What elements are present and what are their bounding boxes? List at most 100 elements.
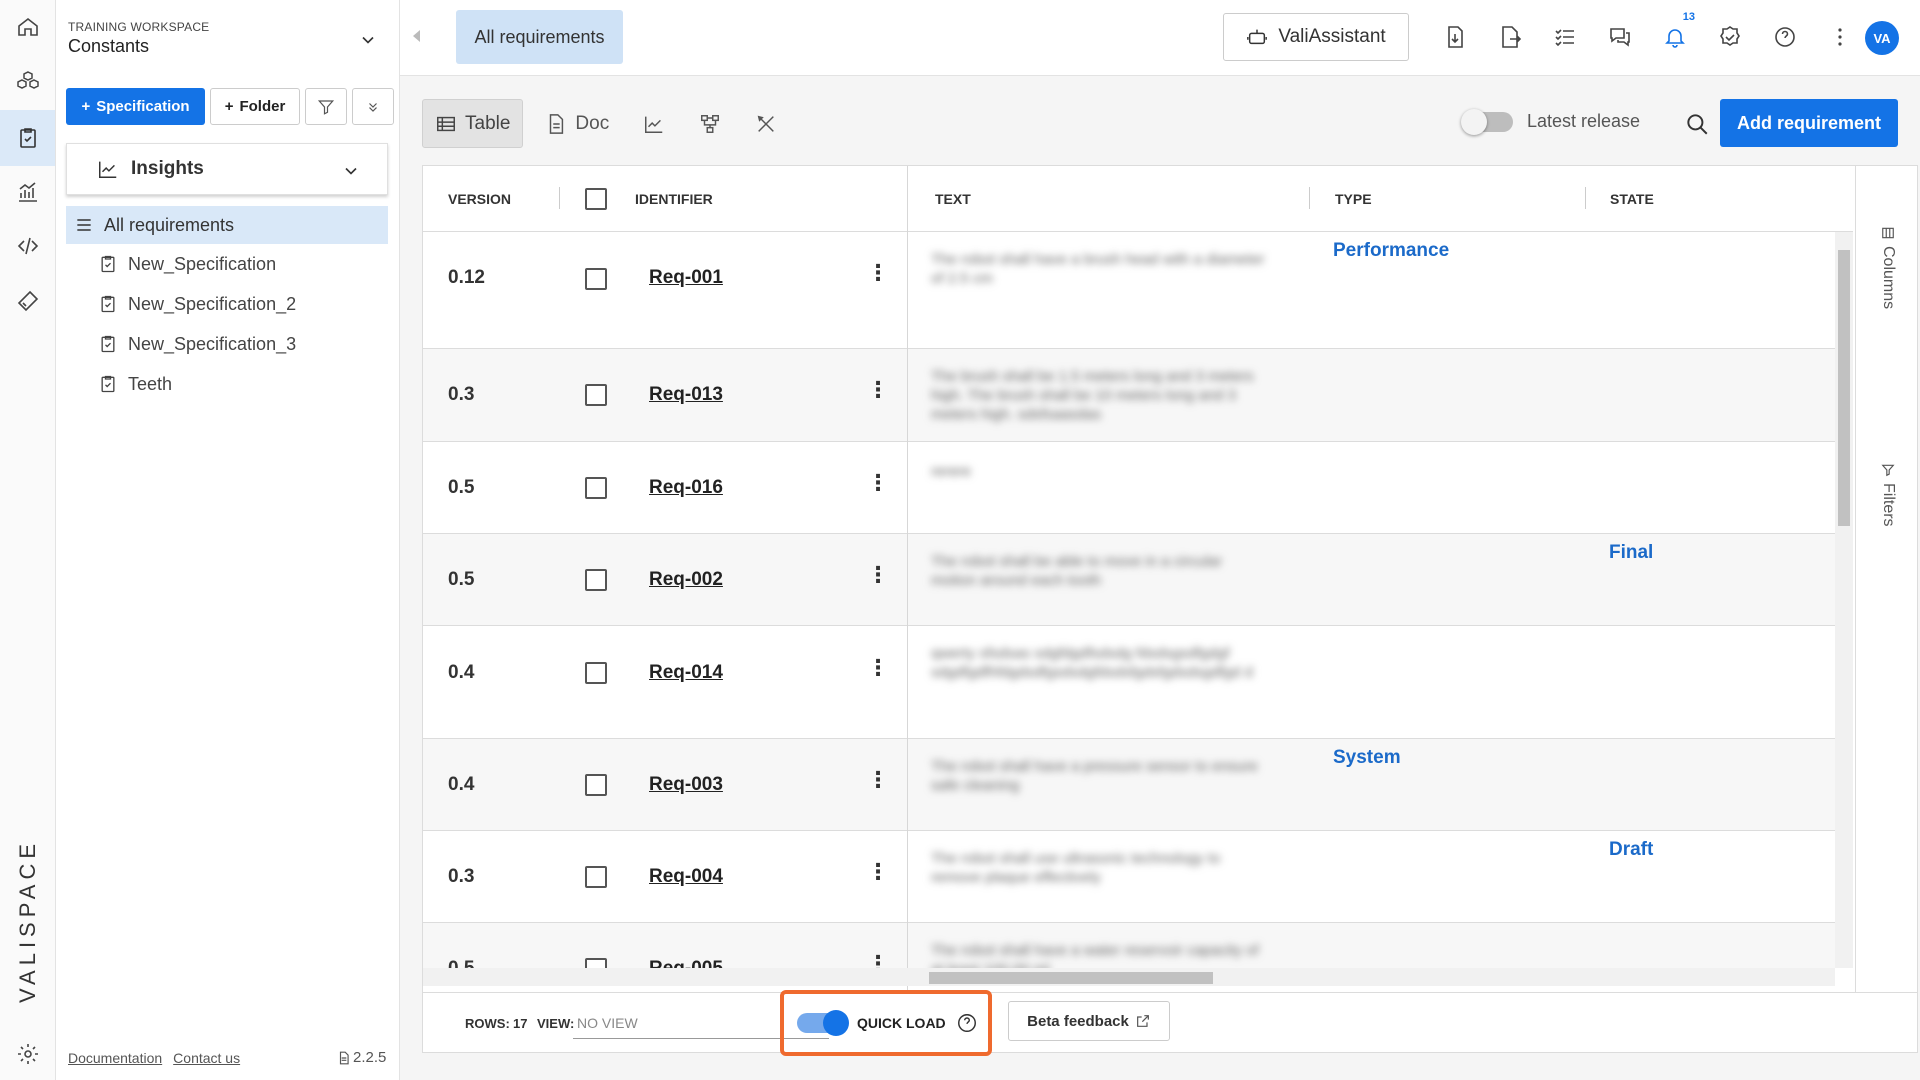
more-vertical-icon[interactable]: ⋮	[867, 472, 889, 494]
row-checkbox[interactable]	[585, 774, 607, 796]
help-icon[interactable]	[956, 1012, 978, 1034]
add-folder-button[interactable]: + Folder	[210, 88, 300, 125]
column-header-identifier[interactable]: IDENTIFIER	[635, 191, 713, 207]
cell-version: 0.12	[448, 267, 485, 288]
row-checkbox[interactable]	[585, 569, 607, 591]
add-requirement-button[interactable]: Add requirement	[1720, 99, 1898, 147]
expand-all-button[interactable]	[352, 88, 394, 125]
comments-icon[interactable]	[1602, 19, 1638, 55]
table-row[interactable]: 0.12 Req-001 ⋮ The robot shall have a br…	[423, 232, 1835, 349]
components-icon[interactable]	[10, 63, 46, 99]
analytics-icon[interactable]	[10, 174, 46, 210]
workspace-name[interactable]: Constants	[68, 36, 149, 57]
requirement-link[interactable]: Req-004	[649, 866, 723, 888]
table-row[interactable]: 0.4 Req-003 ⋮ The robot shall have a pre…	[423, 739, 1835, 831]
tab-tools-view[interactable]	[743, 99, 789, 148]
code-icon[interactable]	[10, 228, 46, 264]
row-checkbox[interactable]	[585, 866, 607, 888]
column-header-text[interactable]: TEXT	[935, 191, 971, 207]
tab-all-requirements[interactable]: All requirements	[456, 10, 623, 64]
cell-state[interactable]: Final	[1609, 542, 1653, 564]
table-row[interactable]: 0.3 Req-013 ⋮ The brush shall be 1.5 met…	[423, 349, 1835, 442]
chevron-down-icon[interactable]	[358, 30, 378, 50]
search-icon[interactable]	[1684, 111, 1710, 137]
home-icon[interactable]	[10, 9, 46, 45]
column-header-version[interactable]: VERSION	[448, 191, 511, 207]
more-vertical-icon[interactable]	[1822, 19, 1858, 55]
requirement-link[interactable]: Req-014	[649, 662, 723, 684]
table-row[interactable]: 0.5 Req-016 ⋮ rerere	[423, 442, 1835, 534]
tab-table-view[interactable]: Table	[422, 99, 524, 148]
valiassistant-button[interactable]: ValiAssistant	[1223, 13, 1409, 61]
tree-item-specification[interactable]: New_Specification_3	[66, 324, 388, 364]
row-checkbox[interactable]	[585, 384, 607, 406]
more-vertical-icon[interactable]: ⋮	[867, 657, 889, 679]
requirements-icon[interactable]	[0, 110, 55, 166]
column-header-type[interactable]: TYPE	[1335, 191, 1372, 207]
tree-item-all-requirements[interactable]: All requirements	[66, 206, 388, 244]
checklist-icon[interactable]	[1547, 19, 1583, 55]
tab-doc-view[interactable]: Doc	[533, 99, 621, 148]
help-icon[interactable]	[1767, 19, 1803, 55]
cell-version: 0.5	[448, 569, 475, 590]
cell-state[interactable]: Draft	[1609, 839, 1653, 861]
document-icon	[339, 1051, 349, 1064]
more-vertical-icon[interactable]: ⋮	[867, 769, 889, 791]
export-icon[interactable]	[1492, 19, 1528, 55]
requirement-link[interactable]: Req-013	[649, 384, 723, 406]
add-specification-button[interactable]: + Specification	[66, 88, 205, 125]
vertical-scrollbar[interactable]	[1835, 232, 1853, 968]
tag-icon[interactable]	[10, 283, 46, 319]
verified-icon[interactable]	[1712, 19, 1748, 55]
tree-item-specification[interactable]: New_Specification_2	[66, 284, 388, 324]
tab-graph-view[interactable]	[687, 99, 733, 148]
requirement-link[interactable]: Req-002	[649, 569, 723, 591]
bell-icon[interactable]: 13	[1657, 11, 1695, 55]
notification-count: 13	[1682, 11, 1695, 23]
requirement-link[interactable]: Req-016	[649, 477, 723, 499]
requirement-link[interactable]: Req-003	[649, 774, 723, 796]
table-row[interactable]: 0.5 Req-002 ⋮ The robot shall be able to…	[423, 534, 1835, 626]
more-vertical-icon[interactable]: ⋮	[867, 262, 889, 284]
avatar[interactable]: VA	[1865, 21, 1899, 55]
more-vertical-icon[interactable]: ⋮	[867, 953, 889, 975]
more-vertical-icon[interactable]: ⋮	[867, 861, 889, 883]
requirement-link[interactable]: Req-001	[649, 267, 723, 289]
collapse-sidebar-icon[interactable]	[410, 28, 422, 44]
requirements-table: VERSION IDENTIFIER TEXT TYPE STATE 0.12 …	[422, 165, 1918, 993]
valispace-logo: VALISPACE	[15, 838, 40, 1003]
horizontal-scrollbar[interactable]	[423, 968, 1835, 986]
tree-item-specification[interactable]: Teeth	[66, 364, 388, 404]
filter-button[interactable]	[305, 88, 347, 125]
table-row[interactable]: 0.4 Req-014 ⋮ qwerty sfsdsas sdgfdgdfsds…	[423, 626, 1835, 739]
latest-release-toggle[interactable]: Latest release	[1461, 108, 1640, 135]
filter-icon	[1881, 464, 1895, 477]
beta-feedback-button[interactable]: Beta feedback	[1008, 1001, 1170, 1041]
cell-type[interactable]: System	[1333, 747, 1401, 769]
more-vertical-icon[interactable]: ⋮	[867, 379, 889, 401]
import-icon[interactable]	[1437, 19, 1473, 55]
toggle-switch[interactable]	[1461, 108, 1513, 135]
tree-item-specification[interactable]: New_Specification	[66, 244, 388, 284]
table-row[interactable]: 0.3 Req-004 ⋮ The robot shall use ultras…	[423, 831, 1835, 923]
select-all-checkbox[interactable]	[585, 188, 607, 210]
documentation-link[interactable]: Documentation	[68, 1050, 162, 1066]
list-icon	[77, 219, 91, 231]
version-label: 2.2.5	[337, 1049, 386, 1066]
tab-chart-view[interactable]	[631, 99, 677, 148]
filters-panel-toggle[interactable]: Filters	[1868, 463, 1908, 527]
quick-load-toggle[interactable]	[797, 1010, 849, 1036]
cell-version: 0.3	[448, 384, 475, 405]
row-checkbox[interactable]	[585, 477, 607, 499]
columns-panel-toggle[interactable]: Columns	[1868, 226, 1908, 309]
more-vertical-icon[interactable]: ⋮	[867, 564, 889, 586]
row-checkbox[interactable]	[585, 268, 607, 290]
spec-tree: All requirements New_Specification New_S…	[66, 206, 388, 404]
row-checkbox[interactable]	[585, 662, 607, 684]
cell-type[interactable]: Performance	[1333, 240, 1449, 262]
contact-link[interactable]: Contact us	[173, 1050, 240, 1066]
settings-icon[interactable]	[10, 1036, 46, 1072]
insights-panel[interactable]: Insights	[66, 143, 388, 195]
column-header-state[interactable]: STATE	[1610, 191, 1654, 207]
double-chevron-down-icon	[369, 102, 377, 112]
